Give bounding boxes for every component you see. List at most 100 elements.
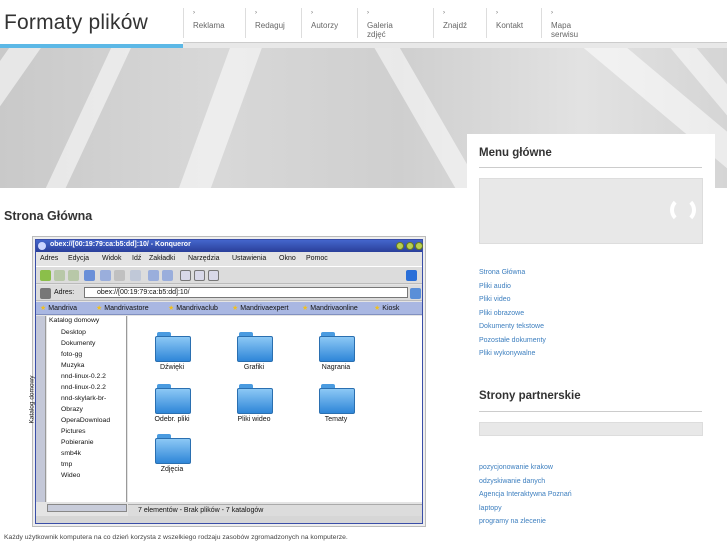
- partner-link[interactable]: odzyskiwanie danych: [479, 478, 545, 485]
- maximize-icon: [406, 242, 414, 250]
- back-icon: [40, 270, 51, 281]
- nav-arrow-icon: ›: [443, 10, 445, 16]
- menu-narzedzia: Narzędzia: [188, 255, 220, 262]
- menu-widok: Widok: [102, 255, 122, 262]
- folder-icon: [319, 332, 355, 362]
- site-title[interactable]: Formaty plików: [4, 11, 148, 35]
- nav-item-kontakt[interactable]: › Kontakt: [486, 8, 523, 38]
- nav-item-mapa[interactable]: › Mapa serwisu: [541, 8, 579, 39]
- bookmark-item: Mandrivaclub: [168, 304, 218, 312]
- partner-link[interactable]: Agencja Interaktywna Poznań: [479, 491, 572, 498]
- print-icon: [130, 270, 141, 281]
- partner-link[interactable]: pozycjonowanie krakow: [479, 464, 553, 471]
- up-icon: [68, 270, 79, 281]
- sidebar-link-pliki-video[interactable]: Pliki video: [479, 296, 511, 303]
- sidebar-link-pliki-obrazowe[interactable]: Pliki obrazowe: [479, 310, 524, 317]
- navigation-panel-tabs: Katalog domowy: [29, 316, 46, 502]
- banner-ray: [0, 48, 64, 188]
- menu-edycja: Edycja: [68, 255, 90, 262]
- menu-ustawienia: Ustawienia: [232, 255, 267, 262]
- folder-icon: [155, 332, 191, 362]
- menu-divider: [479, 167, 702, 168]
- tree-item: tmp: [61, 461, 73, 468]
- sidebar-link-dokumenty-tekstowe[interactable]: Dokumenty tekstowe: [479, 323, 544, 330]
- app-icon: [38, 242, 46, 250]
- sidebar-tab-label: Katalog domowy: [28, 375, 36, 424]
- folder-label: Odebr. pliki: [154, 416, 190, 423]
- bookmark-item: Mandrivastore: [96, 304, 148, 312]
- sidebar-link-pliki-audio[interactable]: Pliki audio: [479, 283, 511, 290]
- tree-item: Pictures: [61, 428, 86, 435]
- folder-label: Dźwięki: [159, 364, 185, 371]
- nav-item-label: Galeria zdjęć: [367, 21, 393, 39]
- nav-arrow-icon: ›: [255, 10, 257, 16]
- zoom-in-icon: [148, 270, 159, 281]
- reload-icon: [100, 270, 111, 281]
- address-label: Adres:: [54, 289, 75, 296]
- zoom-out-icon: [162, 270, 173, 281]
- file-icon-view: Dźwięki Grafiki Nagrania Odebr. pliki Pl…: [128, 316, 422, 502]
- folder-item: Pliki wideo: [224, 384, 284, 423]
- sidebar-link-strona-glowna[interactable]: Strona Główna: [479, 269, 525, 276]
- bookmark-item: Mandrivaonline: [302, 304, 357, 312]
- menu-okno: Okno: [279, 255, 296, 262]
- bookmark-item: Kiosk: [374, 304, 399, 312]
- page-title: Strona Główna: [4, 209, 93, 223]
- konqueror-window: obex://[00:19:79:ca:b5:dd]:10/ - Konquer…: [29, 239, 423, 524]
- nav-item-label: Autorzy: [311, 21, 339, 30]
- nav-item-autorzy[interactable]: › Autorzy: [301, 8, 338, 38]
- sidebar-link-pozostale-dokumenty[interactable]: Pozostałe dokumenty: [479, 337, 546, 344]
- menu-pomoc: Pomoc: [306, 255, 328, 262]
- menu-adres: Adres: [40, 255, 59, 262]
- nav-item-galeria[interactable]: › Galeria zdjęć: [357, 8, 393, 39]
- stop-icon: [114, 270, 125, 281]
- tree-item: Wideo: [61, 472, 81, 479]
- nav-arrow-icon: ›: [496, 10, 498, 16]
- folder-label: Nagrania: [321, 364, 351, 371]
- nav-item-znajdz[interactable]: › Znajdź: [433, 8, 467, 38]
- tree-item: Desktop: [61, 329, 86, 336]
- partners-box: [479, 422, 703, 436]
- go-icon: [410, 288, 421, 299]
- nav-item-reklama[interactable]: › Reklama: [183, 8, 225, 38]
- page: Formaty plików › Reklama › Redaguj › Autorz…: [0, 0, 727, 545]
- article-screenshot: obex://[00:19:79:ca:b5:dd]:10/ - Konquer…: [29, 236, 426, 527]
- icon-view-icon: [180, 270, 191, 281]
- folder-label: Tematy: [324, 416, 348, 423]
- right-sidebar: Menu główne Strona Główna Pliki audio Pl…: [467, 134, 715, 545]
- tree-item: OperaDownload: [61, 417, 111, 424]
- nav-item-label: Mapa serwisu: [551, 21, 579, 39]
- nav-item-label: Znajdź: [443, 21, 468, 30]
- header: Formaty plików › Reklama › Redaguj › Autorz…: [0, 0, 727, 48]
- partners-divider: [479, 411, 702, 412]
- sidebar-link-pliki-wykonywalne[interactable]: Pliki wykonywalne: [479, 350, 535, 357]
- konqueror-address-bar: Adres: obex://[00:19:79:ca:b5:dd]:10/: [36, 285, 422, 301]
- menu-zakladki: Zakładki: [149, 255, 176, 262]
- folder-item: Nagrania: [306, 332, 366, 371]
- konqueror-titlebar: obex://[00:19:79:ca:b5:dd]:10/ - Konquer…: [36, 240, 423, 252]
- tree-item: nnd-linux-0.2.2: [61, 373, 106, 380]
- window-bottom-edge: [36, 516, 422, 523]
- tree-item: Muzyka: [61, 362, 85, 369]
- kde-logo-icon: [406, 270, 417, 281]
- loading-spinner-icon: [670, 197, 696, 223]
- close-icon: [415, 242, 423, 250]
- directory-tree: Katalog domowy Desktop Dokumenty foto-gg…: [47, 316, 127, 502]
- nav-item-label: Redaguj: [255, 21, 285, 30]
- tree-item: nnd-skylark-br-: [61, 395, 107, 402]
- home-icon: [84, 270, 95, 281]
- bookmark-item: Mandriva: [40, 304, 77, 312]
- partner-link[interactable]: laptopy: [479, 505, 502, 512]
- nav-item-label: Reklama: [193, 21, 225, 30]
- tree-item: Obrazy: [61, 406, 83, 413]
- status-bar: 7 elementów - Brak plików - 7 katalogów: [128, 504, 422, 516]
- folder-item: Zdjęcia: [142, 434, 202, 473]
- folder-icon: [237, 384, 273, 414]
- multi-view-icon: [208, 270, 219, 281]
- clear-address-icon: [40, 288, 51, 299]
- nav-arrow-icon: ›: [193, 10, 195, 16]
- nav-item-redaguj[interactable]: › Redaguj: [245, 8, 285, 38]
- folder-item: Grafiki: [224, 332, 284, 371]
- folder-item: Odebr. pliki: [142, 384, 202, 423]
- partner-link[interactable]: programy na zlecenie: [479, 518, 546, 525]
